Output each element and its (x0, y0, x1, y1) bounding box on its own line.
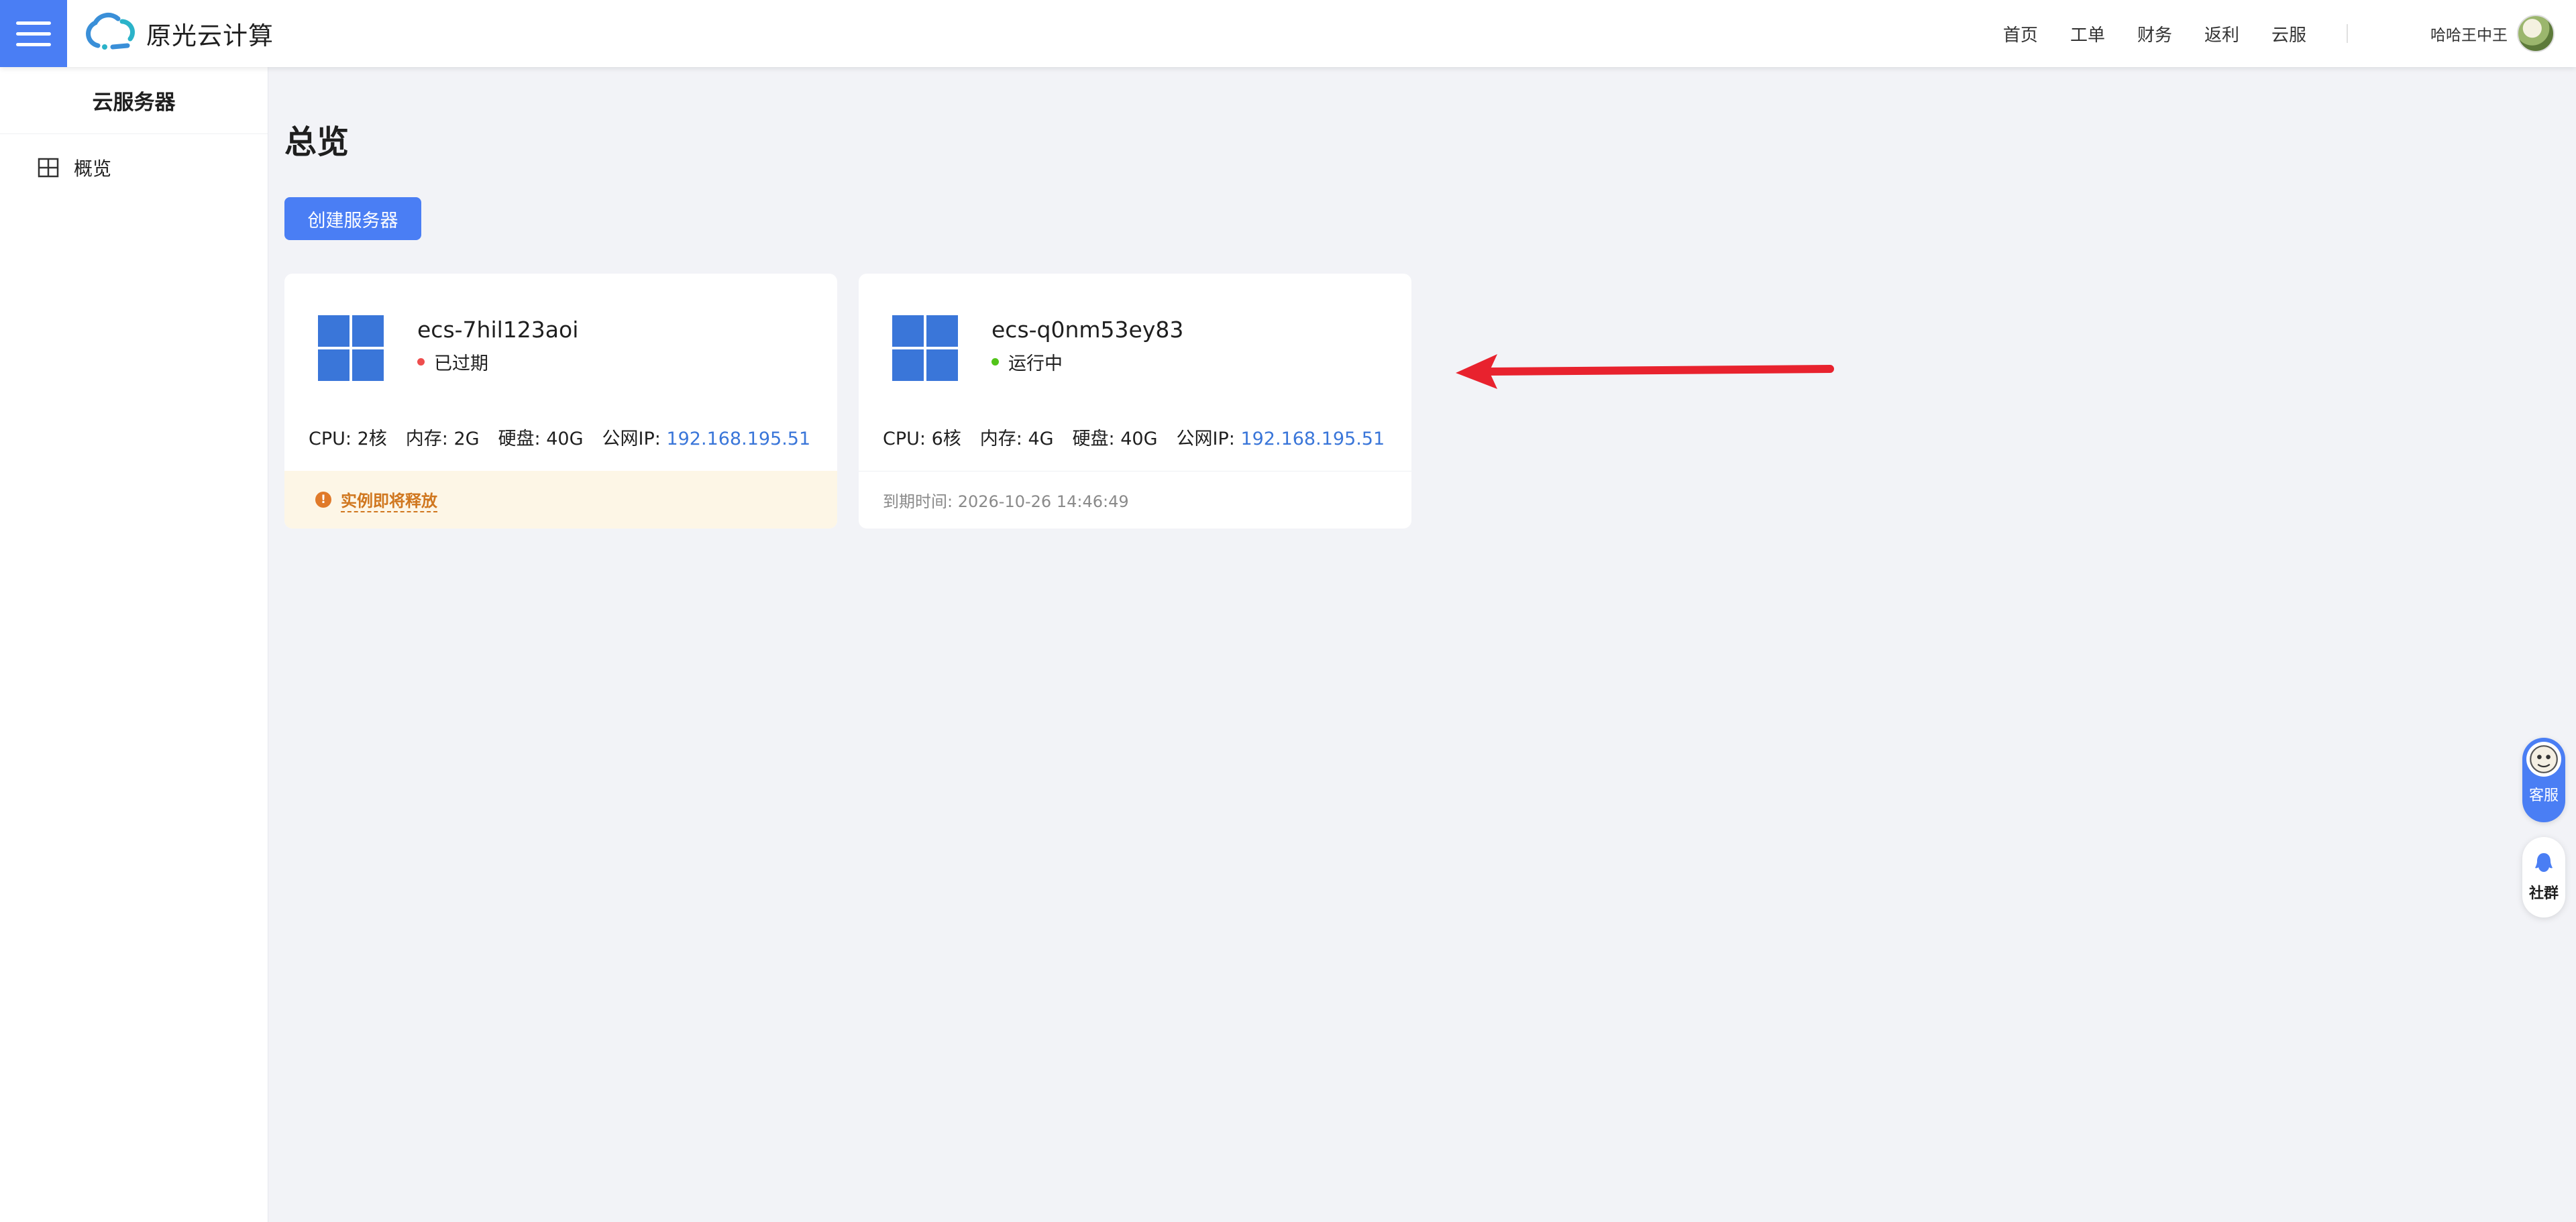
server-name[interactable]: ecs-7hil123aoi (417, 315, 578, 345)
brand-name: 原光云计算 (146, 21, 274, 50)
expiry-time: 到期时间: 2026-10-26 14:46:49 (859, 471, 1411, 529)
ip-value[interactable]: 192.168.195.51 (666, 429, 810, 449)
status-dot-icon (991, 358, 999, 366)
customer-service-label: 客服 (2528, 787, 2559, 804)
card-info: ecs-q0nm53ey83 运行中 (991, 315, 1183, 375)
hamburger-menu-button[interactable] (0, 0, 67, 67)
card-info: ecs-7hil123aoi 已过期 (417, 315, 578, 375)
page-title: 总览 (284, 123, 350, 161)
spec-ip: 公网IP: 192.168.195.51 (1177, 424, 1385, 450)
community-button[interactable]: 社群 (2522, 837, 2565, 918)
user-name: 哈哈王中王 (2430, 27, 2508, 44)
status-dot-icon (417, 358, 425, 366)
spec-ip: 公网IP: 192.168.195.51 (602, 424, 811, 450)
status-badge: 已过期 (417, 349, 578, 375)
top-header: 原光云计算 首页 工单 财务 返利 云服 哈哈王中王 (0, 0, 2576, 67)
nav-finance[interactable]: 财务 (2137, 21, 2172, 46)
customer-service-button[interactable]: 客服 (2522, 738, 2565, 822)
menu-line-icon (16, 32, 51, 36)
menu-line-icon (16, 21, 51, 25)
ip-label: 公网IP: (602, 429, 667, 449)
status-badge: 运行中 (991, 349, 1183, 375)
create-server-button[interactable]: 创建服务器 (284, 197, 421, 240)
server-specs: CPU: 2核 内存: 2G 硬盘: 40G 公网IP: 192.168.195… (309, 424, 810, 450)
grid-icon (38, 158, 59, 178)
spec-memory: 内存: 4G (979, 429, 1054, 449)
community-label: 社群 (2528, 885, 2559, 902)
top-nav: 首页 工单 财务 返利 云服 (1971, 0, 2348, 67)
card-header: ecs-7hil123aoi 已过期 (318, 315, 578, 381)
sidebar-item-overview[interactable]: 概览 (0, 134, 268, 201)
release-warning-text[interactable]: 实例即将释放 (341, 488, 437, 512)
status-text: 运行中 (1008, 353, 1063, 374)
nav-divider (2347, 24, 2348, 43)
ip-value[interactable]: 192.168.195.51 (1240, 429, 1385, 449)
annotation-arrow-icon (1456, 354, 1834, 389)
nav-home[interactable]: 首页 (2003, 21, 2038, 46)
ip-label: 公网IP: (1176, 429, 1241, 449)
card-header: ecs-q0nm53ey83 运行中 (892, 315, 1183, 381)
release-warning: ! 实例即将释放 (284, 471, 837, 529)
menu-line-icon (16, 42, 51, 46)
user-menu[interactable]: 哈哈王中王 (2430, 0, 2555, 67)
spec-cpu: CPU: 6核 (883, 429, 961, 449)
server-specs: CPU: 6核 内存: 4G 硬盘: 40G 公网IP: 192.168.195… (883, 424, 1385, 450)
avatar[interactable] (2517, 15, 2555, 52)
nav-cloud-service[interactable]: 云服 (2271, 21, 2306, 46)
nav-tickets[interactable]: 工单 (2070, 21, 2105, 46)
nav-rebate[interactable]: 返利 (2204, 21, 2239, 46)
sidebar-title: 云服务器 (0, 67, 268, 134)
windows-icon (318, 315, 384, 381)
server-card[interactable]: ecs-q0nm53ey83 运行中 CPU: 6核 内存: 4G 硬盘: 40… (859, 274, 1411, 529)
server-name[interactable]: ecs-q0nm53ey83 (991, 315, 1183, 345)
spec-disk: 硬盘: 40G (498, 429, 584, 449)
windows-icon (892, 315, 958, 381)
service-avatar-icon (2526, 742, 2561, 777)
brand-logo[interactable]: 原光云计算 (83, 12, 274, 55)
sidebar: 云服务器 概览 (0, 67, 268, 1222)
qq-icon (2535, 853, 2553, 872)
sidebar-item-label: 概览 (74, 158, 112, 180)
server-card[interactable]: ecs-7hil123aoi 已过期 CPU: 2核 内存: 2G 硬盘: 40… (284, 274, 837, 529)
cloud-logo-icon (86, 12, 135, 50)
status-text: 已过期 (434, 353, 488, 374)
warning-icon: ! (315, 492, 331, 508)
spec-disk: 硬盘: 40G (1072, 429, 1158, 449)
spec-memory: 内存: 2G (405, 429, 480, 449)
spec-cpu: CPU: 2核 (309, 429, 387, 449)
